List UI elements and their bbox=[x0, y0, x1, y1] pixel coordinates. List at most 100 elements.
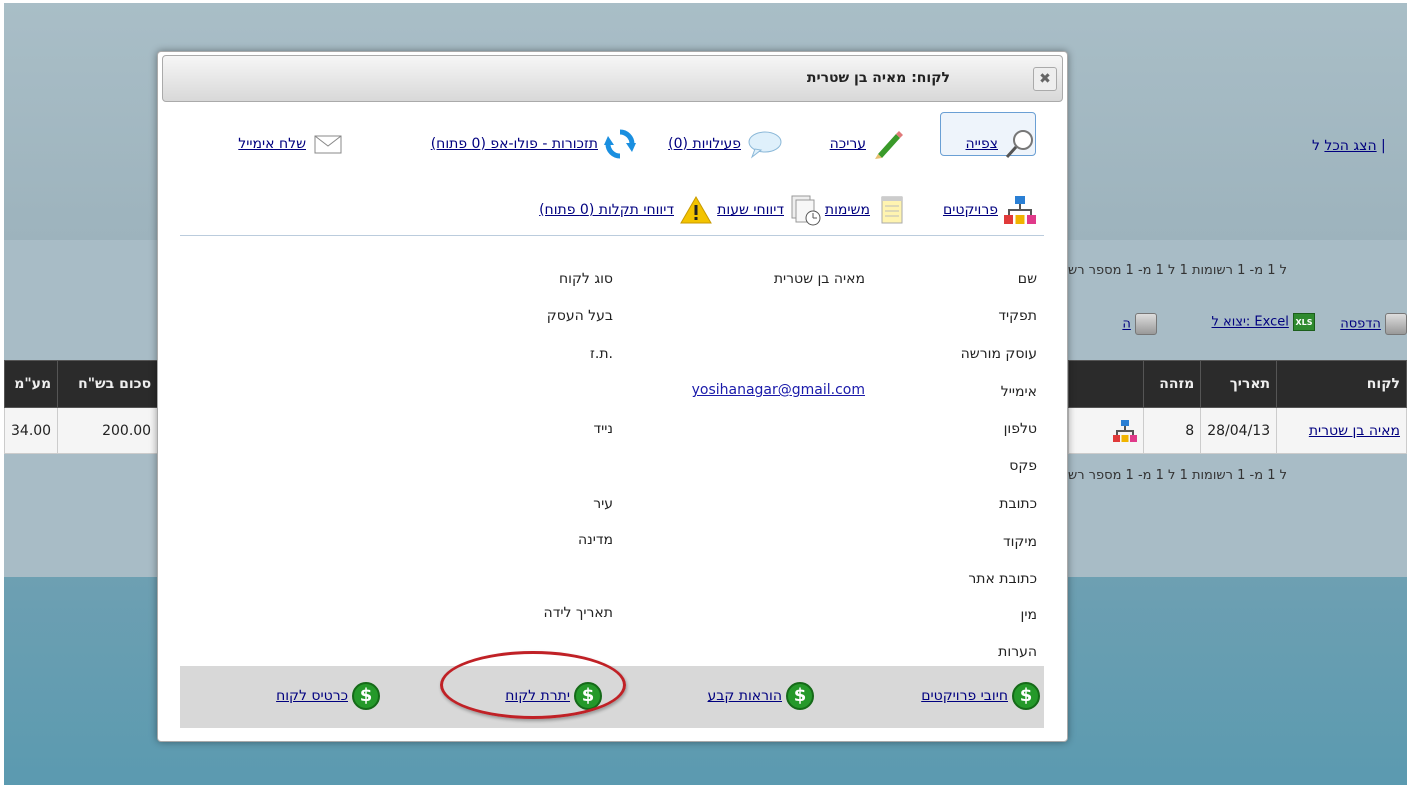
dollar-icon: $ bbox=[352, 682, 380, 710]
col-header-id[interactable]: מזהה bbox=[1143, 360, 1202, 408]
phone-label: טלפון bbox=[1003, 421, 1037, 437]
print-link[interactable]: הדפסה bbox=[1340, 317, 1381, 332]
project-charges-link[interactable]: חיובי פרויקטים bbox=[921, 688, 1008, 704]
customer-type-label: סוג לקוח bbox=[559, 271, 613, 287]
toolbar-divider bbox=[180, 235, 1044, 236]
row-customer-link[interactable]: מאיה בן שטרית bbox=[1309, 423, 1400, 439]
records-table-right: מזהה תאריך לקוח 8 28/04/13 מאיה בן שטרית bbox=[1067, 360, 1407, 454]
edit-link[interactable]: עריכה bbox=[830, 136, 866, 152]
printer-icon-2 bbox=[1135, 313, 1157, 335]
dialog-toolbar-row-1: צפייה עריכה פעילויות (0) תזכורות - פולו-… bbox=[180, 122, 1044, 162]
row-date: 28/04/13 bbox=[1200, 407, 1278, 454]
notes-label: הערות bbox=[998, 644, 1037, 660]
row-vat: 34.00 bbox=[3, 407, 59, 454]
refresh-icon bbox=[604, 128, 636, 160]
print-button[interactable]: הדפסה bbox=[1340, 313, 1407, 335]
standing-orders-button[interactable]: הוראות קבע $ bbox=[708, 682, 814, 710]
address-label: כתובת bbox=[999, 496, 1037, 512]
email-link[interactable]: yosihanagar@gmail.com bbox=[692, 382, 865, 398]
dialog-toolbar-row-2: פרויקטים משימות דיווחי שעות דיווחי תקלות… bbox=[180, 188, 1044, 228]
activities-link[interactable]: פעילויות (0) bbox=[668, 136, 741, 152]
fault-reports-button[interactable]: דיווחי תקלות (0 פתוח) bbox=[539, 194, 712, 226]
role-label: תפקיד bbox=[998, 308, 1037, 324]
warning-icon bbox=[680, 194, 712, 226]
col-header-customer[interactable]: לקוח bbox=[1276, 360, 1407, 408]
time-reports-link[interactable]: דיווחי שעות bbox=[717, 202, 784, 218]
projects-link[interactable]: פרויקטים bbox=[943, 202, 998, 218]
page-top-border bbox=[0, 0, 1407, 3]
fax-label: פקס bbox=[1009, 458, 1037, 474]
row-icon-cell[interactable] bbox=[1067, 407, 1145, 454]
excel-icon: XLS bbox=[1293, 313, 1315, 331]
org-chart-icon bbox=[1004, 194, 1036, 226]
table-header-row: מע"מ סכום בש"ח bbox=[3, 360, 159, 408]
name-label: שם bbox=[1017, 271, 1037, 287]
tasks-button[interactable]: משימות bbox=[825, 194, 908, 226]
col-header-amount[interactable]: סכום בש"ח bbox=[57, 360, 159, 408]
background-toolbar: הדפסה יצוא ל: Excel XLS ה bbox=[1068, 305, 1407, 345]
table-row: 8 28/04/13 מאיה בן שטרית bbox=[1067, 407, 1407, 454]
country-label: מדינה bbox=[577, 532, 613, 548]
reminders-link[interactable]: תזכורות - פולו-אפ (0 פתוח) bbox=[431, 136, 598, 152]
dollar-icon: $ bbox=[786, 682, 814, 710]
partial-toolbar-link[interactable]: ה bbox=[1122, 317, 1131, 332]
send-email-button[interactable]: שלח אימייל bbox=[238, 128, 344, 160]
table-header-row: מזהה תאריך לקוח bbox=[1067, 360, 1407, 408]
time-reports-button[interactable]: דיווחי שעות bbox=[717, 194, 822, 226]
zip-label: מיקוד bbox=[1002, 534, 1037, 550]
name-value: מאיה בן שטרית bbox=[773, 271, 865, 287]
activities-button[interactable]: פעילויות (0) bbox=[668, 128, 782, 160]
dialog-footer: חיובי פרויקטים $ הוראות קבע $ יתרת לקוח … bbox=[180, 651, 1044, 728]
magnifier-icon bbox=[1004, 128, 1036, 160]
partial-toolbar-item[interactable]: ה bbox=[1122, 313, 1157, 335]
customer-card-button[interactable]: כרטיס לקוח $ bbox=[276, 682, 380, 710]
project-charges-button[interactable]: חיובי פרויקטים $ bbox=[921, 682, 1040, 710]
speech-bubble-icon bbox=[747, 128, 782, 160]
standing-orders-link[interactable]: הוראות קבע bbox=[708, 688, 782, 704]
row-amount: 200.00 bbox=[57, 407, 159, 454]
row-customer[interactable]: מאיה בן שטרית bbox=[1276, 407, 1407, 454]
notepad-icon bbox=[876, 194, 908, 226]
table-row: 34.00 200.00 bbox=[3, 407, 159, 454]
mobile-label: נייד bbox=[593, 421, 613, 437]
show-all-area: הצג הכל ל | bbox=[1312, 138, 1386, 154]
show-all-link[interactable]: הצג הכל bbox=[1324, 138, 1376, 154]
col-header-icon bbox=[1067, 360, 1145, 408]
city-label: עיר bbox=[593, 496, 613, 512]
clock-documents-icon bbox=[790, 194, 822, 226]
records-table-left: מע"מ סכום בש"ח 34.00 200.00 bbox=[3, 360, 159, 454]
projects-icon bbox=[1113, 419, 1138, 443]
pager-bottom: ל 1 מ- 1 רשומות 1 ל 1 מ- 1 מספר רש bbox=[1068, 468, 1288, 483]
id-number-label: ת.ז. bbox=[590, 346, 613, 362]
fault-reports-link[interactable]: דיווחי תקלות (0 פתוח) bbox=[539, 202, 674, 218]
send-email-link[interactable]: שלח אימייל bbox=[238, 136, 306, 152]
col-header-vat[interactable]: מע"מ bbox=[3, 360, 59, 408]
licensed-business-label: עוסק מורשה bbox=[960, 346, 1037, 362]
business-owner-label: בעל העסק bbox=[546, 308, 613, 324]
pager-top: ל 1 מ- 1 רשומות 1 ל 1 מ- 1 מספר רש bbox=[1068, 263, 1288, 278]
view-link[interactable]: צפייה bbox=[966, 136, 998, 152]
edit-button[interactable]: עריכה bbox=[830, 128, 904, 160]
envelope-icon bbox=[312, 128, 344, 160]
export-excel-button[interactable]: יצוא ל: Excel XLS bbox=[1212, 313, 1315, 331]
tasks-link[interactable]: משימות bbox=[825, 202, 870, 218]
pencil-icon bbox=[872, 128, 904, 160]
close-button[interactable]: ✖ bbox=[1033, 67, 1057, 91]
col-header-date[interactable]: תאריך bbox=[1200, 360, 1278, 408]
row-id: 8 bbox=[1143, 407, 1202, 454]
gender-label: מין bbox=[1020, 607, 1037, 623]
projects-button[interactable]: פרויקטים bbox=[943, 194, 1036, 226]
view-button[interactable]: צפייה bbox=[966, 128, 1036, 160]
birthdate-label: תאריך לידה bbox=[543, 605, 613, 621]
customer-dialog: לקוח: מאיה בן שטרית ✖ צפייה עריכה פעילוי… bbox=[157, 51, 1068, 742]
highlight-circle bbox=[440, 651, 626, 719]
printer-icon bbox=[1385, 313, 1407, 335]
dialog-title: לקוח: מאיה בן שטרית bbox=[806, 70, 950, 86]
export-excel-link[interactable]: יצוא ל: Excel bbox=[1212, 315, 1289, 330]
email-label: אימייל bbox=[1000, 384, 1037, 400]
dollar-icon: $ bbox=[1012, 682, 1040, 710]
website-label: כתובת אתר bbox=[968, 571, 1037, 587]
dialog-titlebar[interactable]: לקוח: מאיה בן שטרית ✖ bbox=[162, 55, 1063, 102]
customer-card-link[interactable]: כרטיס לקוח bbox=[276, 688, 348, 704]
reminders-button[interactable]: תזכורות - פולו-אפ (0 פתוח) bbox=[431, 128, 636, 160]
